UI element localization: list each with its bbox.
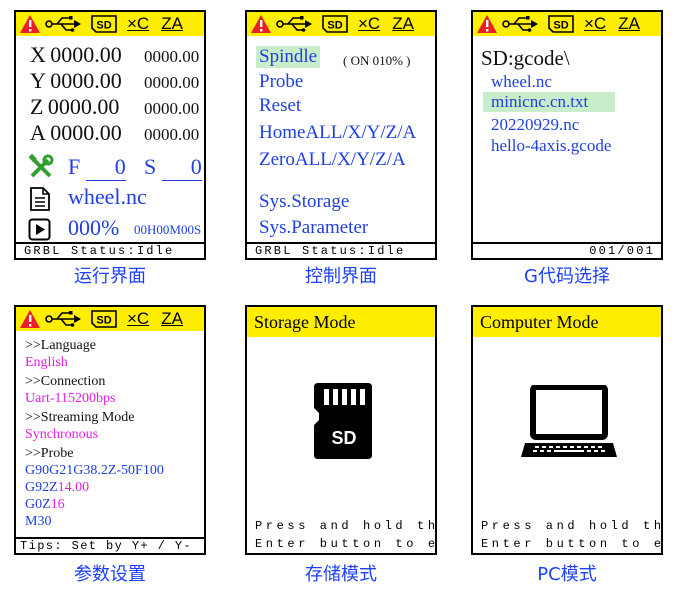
usb-icon [276,16,312,32]
x-clear-icon: ×C [358,14,381,33]
spindle-speed: S 0 [144,154,202,181]
z-axis-icon: ZA [161,309,183,328]
hint-line-2: Enter button to exit [481,537,661,551]
file-item-hello-4axis[interactable]: hello-4axis.gcode [491,136,611,156]
caption-pc: PC模式 [537,564,597,585]
caption-param: 参数设置 [74,564,146,585]
x-clear-icon: ×C [127,14,150,33]
page-indicator: 001/001 [473,242,661,258]
menu-item-home-all[interactable]: HomeALL/X/Y/Z/A [259,122,416,144]
menu-item-zero-all[interactable]: ZeroALL/X/Y/Z/A [259,149,406,171]
sd-card-icon: SD [91,15,117,33]
svg-text:SD: SD [553,20,568,32]
grbl-status: GRBL Status:Idle [16,242,204,258]
storage-mode-title: Storage Mode [247,307,435,337]
status-topbar: SD ×C ZA [473,12,661,36]
coord-row-y: Y 0000.00 [30,68,122,93]
progress-percent: 000% [68,215,120,240]
elapsed-time: 00H00M00S [134,222,202,237]
z-axis-icon: ZA [392,14,414,33]
pc-screen-panel: Computer Mode Press and hold the Enter b… [471,305,663,555]
x-clear-icon: ×C [584,14,607,33]
usb-icon [502,16,538,32]
status-topbar: SD ×C ZA [16,12,204,36]
file-icon [30,187,50,211]
language-label: >>Language [25,338,96,353]
svg-text:SD: SD [331,428,356,448]
machine-coord-y: 0000.00 [144,73,200,92]
warning-icon [251,15,271,33]
param-screen-panel: SD ×C ZA >>Language English >>Connection… [14,305,206,555]
probe-line-1: G90G21G38.2Z-50F100 [25,463,164,478]
z-axis-icon: ZA [618,14,640,33]
probe-line-3[interactable]: G0Z16 [25,497,65,513]
caption-gcode: G代码选择 [524,266,610,287]
probe-label: >>Probe [25,446,74,461]
run-screen-panel: SD ×C ZA X 0000.00 0000.00 Y 0000.00 000… [14,10,206,260]
language-value[interactable]: English [25,355,68,371]
coord-row-z: Z 0000.00 [30,94,120,119]
connection-label: >>Connection [25,374,106,389]
svg-text:SD: SD [327,20,342,32]
laptop-icon [521,385,617,457]
menu-item-sys-storage[interactable]: Sys.Storage [259,191,349,213]
menu-item-spindle[interactable]: Spindle [256,46,321,68]
control-screen-panel: SD ×C ZA Spindle ( ON 010% ) Probe Reset… [245,10,437,260]
probe-line-2[interactable]: G92Z14.00 [25,480,89,496]
menu-item-sys-parameter[interactable]: Sys.Parameter [259,217,368,239]
file-item-wheel[interactable]: wheel.nc [491,72,552,92]
feed-rate: F 0 [68,154,126,181]
current-file-name: wheel.nc [68,184,147,209]
coord-row-a: A 0000.00 [30,120,122,145]
file-item-20220929[interactable]: 20220929.nc [491,115,579,135]
sd-card-icon: SD [91,310,117,328]
probe-line-4: M30 [25,514,52,529]
gcode-screen-panel: SD ×C ZA SD:gcode\ wheel.nc minicnc.cn.t… [471,10,663,260]
menu-item-reset[interactable]: Reset [259,95,301,117]
computer-mode-title: Computer Mode [473,307,661,337]
sd-card-icon: SD [314,383,372,459]
caption-storage: 存储模式 [305,564,377,585]
svg-text:SD: SD [96,20,111,32]
connection-value[interactable]: Uart-115200bps [25,391,115,407]
grbl-status: GRBL Status:Idle [247,242,435,258]
sd-card-icon: SD [322,15,348,33]
tools-icon [28,154,54,178]
hint-line-1: Press and hold the [481,519,663,533]
svg-text:SD: SD [96,315,111,327]
machine-coord-z: 0000.00 [144,99,200,118]
caption-control: 控制界面 [305,266,377,287]
warning-icon [20,15,40,33]
hint-line-1: Press and hold the [255,519,437,533]
usb-icon [45,16,81,32]
warning-icon [20,310,40,328]
status-topbar: SD ×C ZA [247,12,435,36]
streaming-label: >>Streaming Mode [25,410,135,425]
file-item-minicnc[interactable]: minicnc.cn.txt [483,92,615,112]
tips-bar: Tips: Set by Y+ / Y- [16,537,204,553]
usb-icon [45,311,81,327]
z-axis-icon: ZA [161,14,183,33]
x-clear-icon: ×C [127,309,150,328]
caption-run: 运行界面 [74,266,146,287]
sd-path: SD:gcode\ [481,46,570,70]
warning-icon [477,15,497,33]
coord-row-x: X 0000.00 [30,42,122,67]
storage-screen-panel: Storage Mode SD Press and hold the Enter… [245,305,437,555]
menu-item-probe[interactable]: Probe [259,71,303,93]
streaming-value[interactable]: Synchronous [25,427,98,443]
status-topbar: SD ×C ZA [16,307,204,331]
machine-coord-a: 0000.00 [144,125,200,144]
play-icon[interactable] [28,218,52,242]
spindle-state: ( ON 010% ) [343,53,411,68]
machine-coord-x: 0000.00 [144,47,200,66]
sd-card-icon: SD [548,15,574,33]
hint-line-2: Enter button to exit [255,537,435,551]
